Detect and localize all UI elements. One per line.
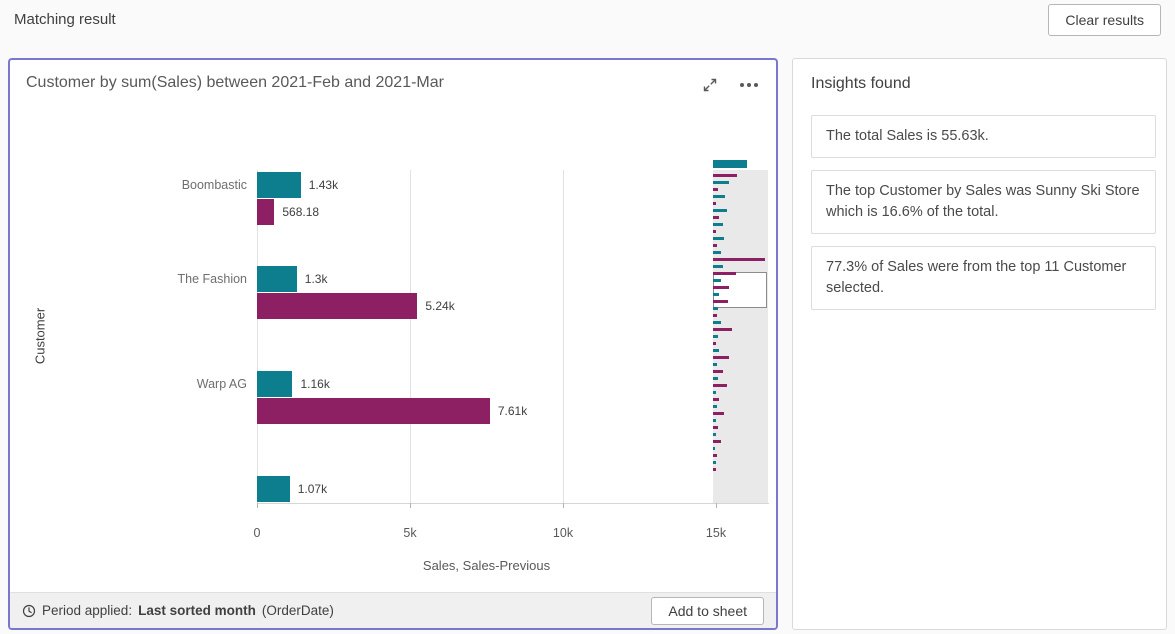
bar-sales[interactable] (257, 172, 301, 198)
value-label: 1.43k (309, 172, 338, 198)
minimap-bar (713, 209, 727, 212)
minimap-bar (713, 328, 732, 331)
minimap-bar (713, 335, 718, 338)
plot-area: 1.43k568.18 1.3k 5.24k 1.16k 7.61k 1.07k (257, 170, 769, 503)
minimap-bar (713, 433, 716, 436)
minimap-bar (713, 440, 721, 443)
page-title: Matching result (14, 11, 116, 28)
minimap-bar (713, 258, 765, 261)
minimap-bar (713, 307, 718, 310)
minimap-bar (713, 454, 717, 457)
clear-results-button[interactable]: Clear results (1048, 4, 1161, 36)
x-tick-label: 0 (232, 526, 282, 540)
minimap-background (713, 170, 768, 503)
x-tick-label: 15k (691, 526, 741, 540)
x-axis-line (257, 503, 769, 504)
x-tickmark (716, 503, 717, 508)
category-label[interactable]: Boombastic (10, 172, 247, 198)
minimap-bar (713, 405, 717, 408)
bar-sales[interactable] (257, 266, 297, 292)
minimap-bar (713, 244, 717, 247)
minimap-bar (713, 384, 727, 387)
category-label[interactable]: The Fashion (10, 266, 247, 292)
period-applied-value: Last sorted month (138, 603, 256, 618)
insights-title: Insights found (811, 75, 1156, 93)
minimap-bar (713, 300, 728, 303)
bar-sales-previous[interactable] (257, 398, 490, 424)
minimap-bar (713, 412, 724, 415)
x-tickmark (257, 503, 258, 508)
minimap-bar (713, 461, 716, 464)
minimap-bar (713, 370, 723, 373)
value-label: 1.07k (298, 476, 327, 502)
minimap-bar (713, 342, 716, 345)
minimap-bar (713, 195, 725, 198)
minimap-bar (713, 230, 716, 233)
bar-sales-previous[interactable] (257, 199, 274, 225)
x-tickmark (563, 503, 564, 508)
minimap-bar (713, 426, 718, 429)
value-label: 5.24k (425, 293, 454, 319)
minimap-bar (713, 321, 721, 324)
minimap-bar (713, 223, 723, 226)
minimap-bar (713, 286, 729, 289)
insight-card: The total Sales is 55.63k. (811, 115, 1156, 158)
gridline (410, 170, 411, 503)
minimap-bar (713, 349, 719, 352)
value-label: 1.3k (305, 266, 328, 292)
minimap-bar (713, 279, 721, 282)
minimap-bar (713, 377, 718, 380)
minimap-bar (713, 216, 719, 219)
x-tick-label: 5k (385, 526, 435, 540)
minimap-bar (713, 314, 717, 317)
bar-sales[interactable] (257, 371, 292, 397)
bar-sales-previous[interactable] (257, 293, 417, 319)
period-applied-field: (OrderDate) (262, 603, 334, 618)
minimap-bar (713, 265, 723, 268)
minimap-bar (713, 174, 737, 177)
x-tickmark (410, 503, 411, 508)
insight-card: 77.3% of Sales were from the top 11 Cust… (811, 246, 1156, 310)
clock-icon (22, 604, 36, 618)
period-applied-label: Period applied: (42, 603, 132, 618)
minimap-bar (713, 202, 716, 205)
minimap[interactable] (713, 160, 768, 503)
value-label: 7.61k (498, 398, 527, 424)
minimap-bar (713, 160, 747, 168)
minimap-bar (713, 356, 729, 359)
y-axis-title: Customer (33, 308, 48, 364)
minimap-bar (713, 293, 719, 296)
minimap-bar (713, 181, 729, 184)
minimap-bar (713, 251, 721, 254)
value-label: 1.16k (300, 371, 329, 397)
add-to-sheet-button[interactable]: Add to sheet (651, 597, 764, 625)
minimap-bar (713, 419, 716, 422)
minimap-bar (713, 391, 716, 394)
minimap-bar (713, 398, 719, 401)
value-label: 568.18 (282, 199, 319, 225)
insight-card: The top Customer by Sales was Sunny Ski … (811, 170, 1156, 234)
x-tick-label: 10k (538, 526, 588, 540)
bar-sales[interactable] (257, 476, 290, 502)
bar-chart: Customer 1.43k568.181.3k5.24k1.16k7.61k1… (10, 60, 776, 628)
chart-card-footer: Period applied: Last sorted month (Order… (10, 592, 776, 628)
minimap-bar (713, 272, 736, 275)
x-axis-title: Sales, Sales-Previous (257, 558, 716, 573)
category-label[interactable]: Warp AG (10, 371, 247, 397)
insights-panel: Insights found The total Sales is 55.63k… (792, 58, 1167, 630)
minimap-bar (713, 237, 724, 240)
chart-card: Customer by sum(Sales) between 2021-Feb … (8, 58, 778, 630)
insight-list: The total Sales is 55.63k. The top Custom… (811, 115, 1156, 310)
minimap-bar (713, 447, 715, 450)
minimap-bar (713, 188, 718, 191)
gridline (563, 170, 564, 503)
minimap-bar (713, 363, 717, 366)
minimap-bar (713, 468, 716, 471)
